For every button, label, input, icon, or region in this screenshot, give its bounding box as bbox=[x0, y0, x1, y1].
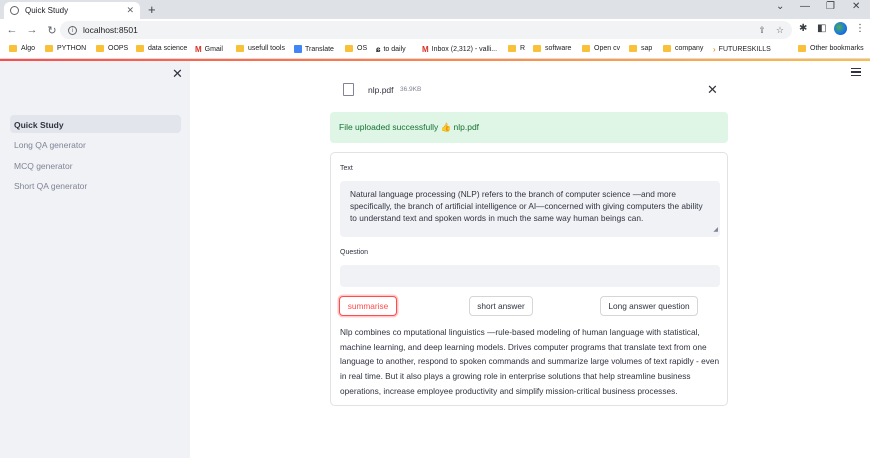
bookmark-item[interactable]: ɕ to daily bbox=[376, 45, 406, 54]
link-icon: ɕ bbox=[376, 45, 381, 54]
browser-menu-icon[interactable]: ⋮ bbox=[855, 23, 865, 34]
folder-icon bbox=[533, 45, 541, 52]
uploaded-file-size: 36.9KB bbox=[400, 86, 422, 93]
tab-title: Quick Study bbox=[25, 6, 69, 15]
text-label: Text bbox=[340, 165, 353, 172]
folder-icon bbox=[629, 45, 637, 52]
bookmark-item[interactable]: PYTHON bbox=[45, 45, 86, 52]
remove-file-icon[interactable]: ✕ bbox=[707, 82, 718, 98]
back-button[interactable]: ← bbox=[4, 24, 20, 36]
folder-icon bbox=[236, 45, 244, 52]
forward-button[interactable]: → bbox=[24, 24, 40, 36]
folder-icon bbox=[45, 45, 53, 52]
address-bar[interactable]: i localhost:8501 ⇪ ☆ bbox=[60, 21, 792, 39]
browser-tab[interactable]: Quick Study ✕ bbox=[4, 2, 140, 19]
side-panel-icon[interactable]: ◧ bbox=[817, 23, 826, 34]
question-label: Question bbox=[340, 249, 369, 256]
minimize-button[interactable]: — bbox=[800, 1, 810, 12]
folder-icon bbox=[96, 45, 104, 52]
text-area[interactable]: Natural language processing (NLP) refers… bbox=[340, 181, 720, 237]
summary-output: Nlp combines co mputational linguistics … bbox=[340, 327, 720, 396]
sidebar-item-quick-study[interactable]: Quick Study bbox=[10, 115, 181, 133]
profile-avatar[interactable] bbox=[834, 22, 847, 35]
bookmark-item[interactable]: OOPS bbox=[96, 45, 128, 52]
file-icon bbox=[343, 83, 354, 96]
globe-icon bbox=[10, 6, 19, 15]
sidebar-item-short-qa-generator[interactable]: Short QA generator bbox=[10, 176, 181, 194]
bookmarks-bar: Algo PYTHON OOPS data science M Gmail use… bbox=[0, 41, 870, 59]
folder-icon bbox=[798, 45, 806, 52]
tab-search-icon[interactable]: ⌄ bbox=[776, 1, 784, 12]
reload-button[interactable]: ↻ bbox=[44, 24, 60, 37]
bookmark-star-icon[interactable]: ☆ bbox=[776, 25, 784, 36]
new-tab-button[interactable]: + bbox=[148, 2, 156, 17]
close-window-button[interactable]: ✕ bbox=[852, 1, 860, 12]
bookmark-item[interactable]: OS bbox=[345, 45, 367, 52]
main-menu-icon[interactable] bbox=[851, 68, 861, 78]
bookmark-item[interactable]: data science bbox=[136, 45, 187, 52]
folder-icon bbox=[508, 45, 516, 52]
long-answer-button[interactable]: Long answer question bbox=[600, 296, 698, 316]
folder-icon bbox=[663, 45, 671, 52]
bookmark-item[interactable]: M Gmail bbox=[195, 45, 223, 54]
bookmark-item[interactable]: Algo bbox=[9, 45, 35, 52]
sidebar: ✕ Quick Study Long QA generator MCQ gene… bbox=[0, 61, 190, 458]
resize-handle-icon[interactable]: ◢ bbox=[713, 224, 718, 236]
summarise-button[interactable]: summarise bbox=[339, 296, 397, 316]
short-answer-button[interactable]: short answer bbox=[469, 296, 533, 316]
bookmark-item[interactable]: › FUTURESKILLS bbox=[713, 45, 771, 54]
text-area-value: Natural language processing (NLP) refers… bbox=[350, 189, 703, 223]
sidebar-close-icon[interactable]: ✕ bbox=[172, 66, 183, 82]
share-icon[interactable]: ⇪ bbox=[758, 25, 766, 36]
bookmark-item[interactable]: Translate bbox=[294, 45, 334, 53]
folder-icon bbox=[345, 45, 353, 52]
question-input[interactable] bbox=[340, 265, 720, 287]
folder-icon bbox=[582, 45, 590, 52]
sidebar-item-mcq-generator[interactable]: MCQ generator bbox=[10, 156, 181, 174]
folder-icon bbox=[136, 45, 144, 52]
bookmark-item[interactable]: sap bbox=[629, 45, 652, 52]
site-info-icon[interactable]: i bbox=[68, 25, 77, 35]
chevron-right-icon: › bbox=[713, 45, 716, 54]
folder-icon bbox=[9, 45, 17, 52]
bookmark-item[interactable]: Open cv bbox=[582, 45, 620, 52]
bookmark-item[interactable]: software bbox=[533, 45, 571, 52]
address-text: localhost:8501 bbox=[83, 25, 138, 35]
uploaded-file-name: nlp.pdf bbox=[368, 85, 394, 95]
bookmark-item[interactable]: usefull tools bbox=[236, 45, 285, 52]
sidebar-item-long-qa-generator[interactable]: Long QA generator bbox=[10, 135, 181, 153]
tab-close-icon[interactable]: ✕ bbox=[126, 5, 134, 16]
bookmark-item[interactable]: R bbox=[508, 45, 525, 52]
bookmark-item[interactable]: company bbox=[663, 45, 703, 52]
browser-tab-strip: Quick Study ✕ + ⌄ — ❐ ✕ bbox=[0, 0, 870, 19]
extensions-icon[interactable]: ✱ bbox=[799, 23, 807, 34]
gmail-icon: M bbox=[195, 45, 202, 54]
bookmark-item[interactable]: M Inbox (2,312) - valli... bbox=[422, 45, 497, 54]
qa-form: Text Natural language processing (NLP) r… bbox=[330, 152, 728, 406]
gmail-icon: M bbox=[422, 45, 429, 54]
maximize-button[interactable]: ❐ bbox=[826, 1, 835, 12]
browser-toolbar: ← → ↻ i localhost:8501 ⇪ ☆ ✱ ◧ ⋮ bbox=[0, 19, 870, 41]
success-alert: File uploaded successfully 👍 nlp.pdf bbox=[330, 112, 728, 143]
translate-icon bbox=[294, 45, 302, 53]
other-bookmarks[interactable]: Other bookmarks bbox=[798, 45, 864, 52]
